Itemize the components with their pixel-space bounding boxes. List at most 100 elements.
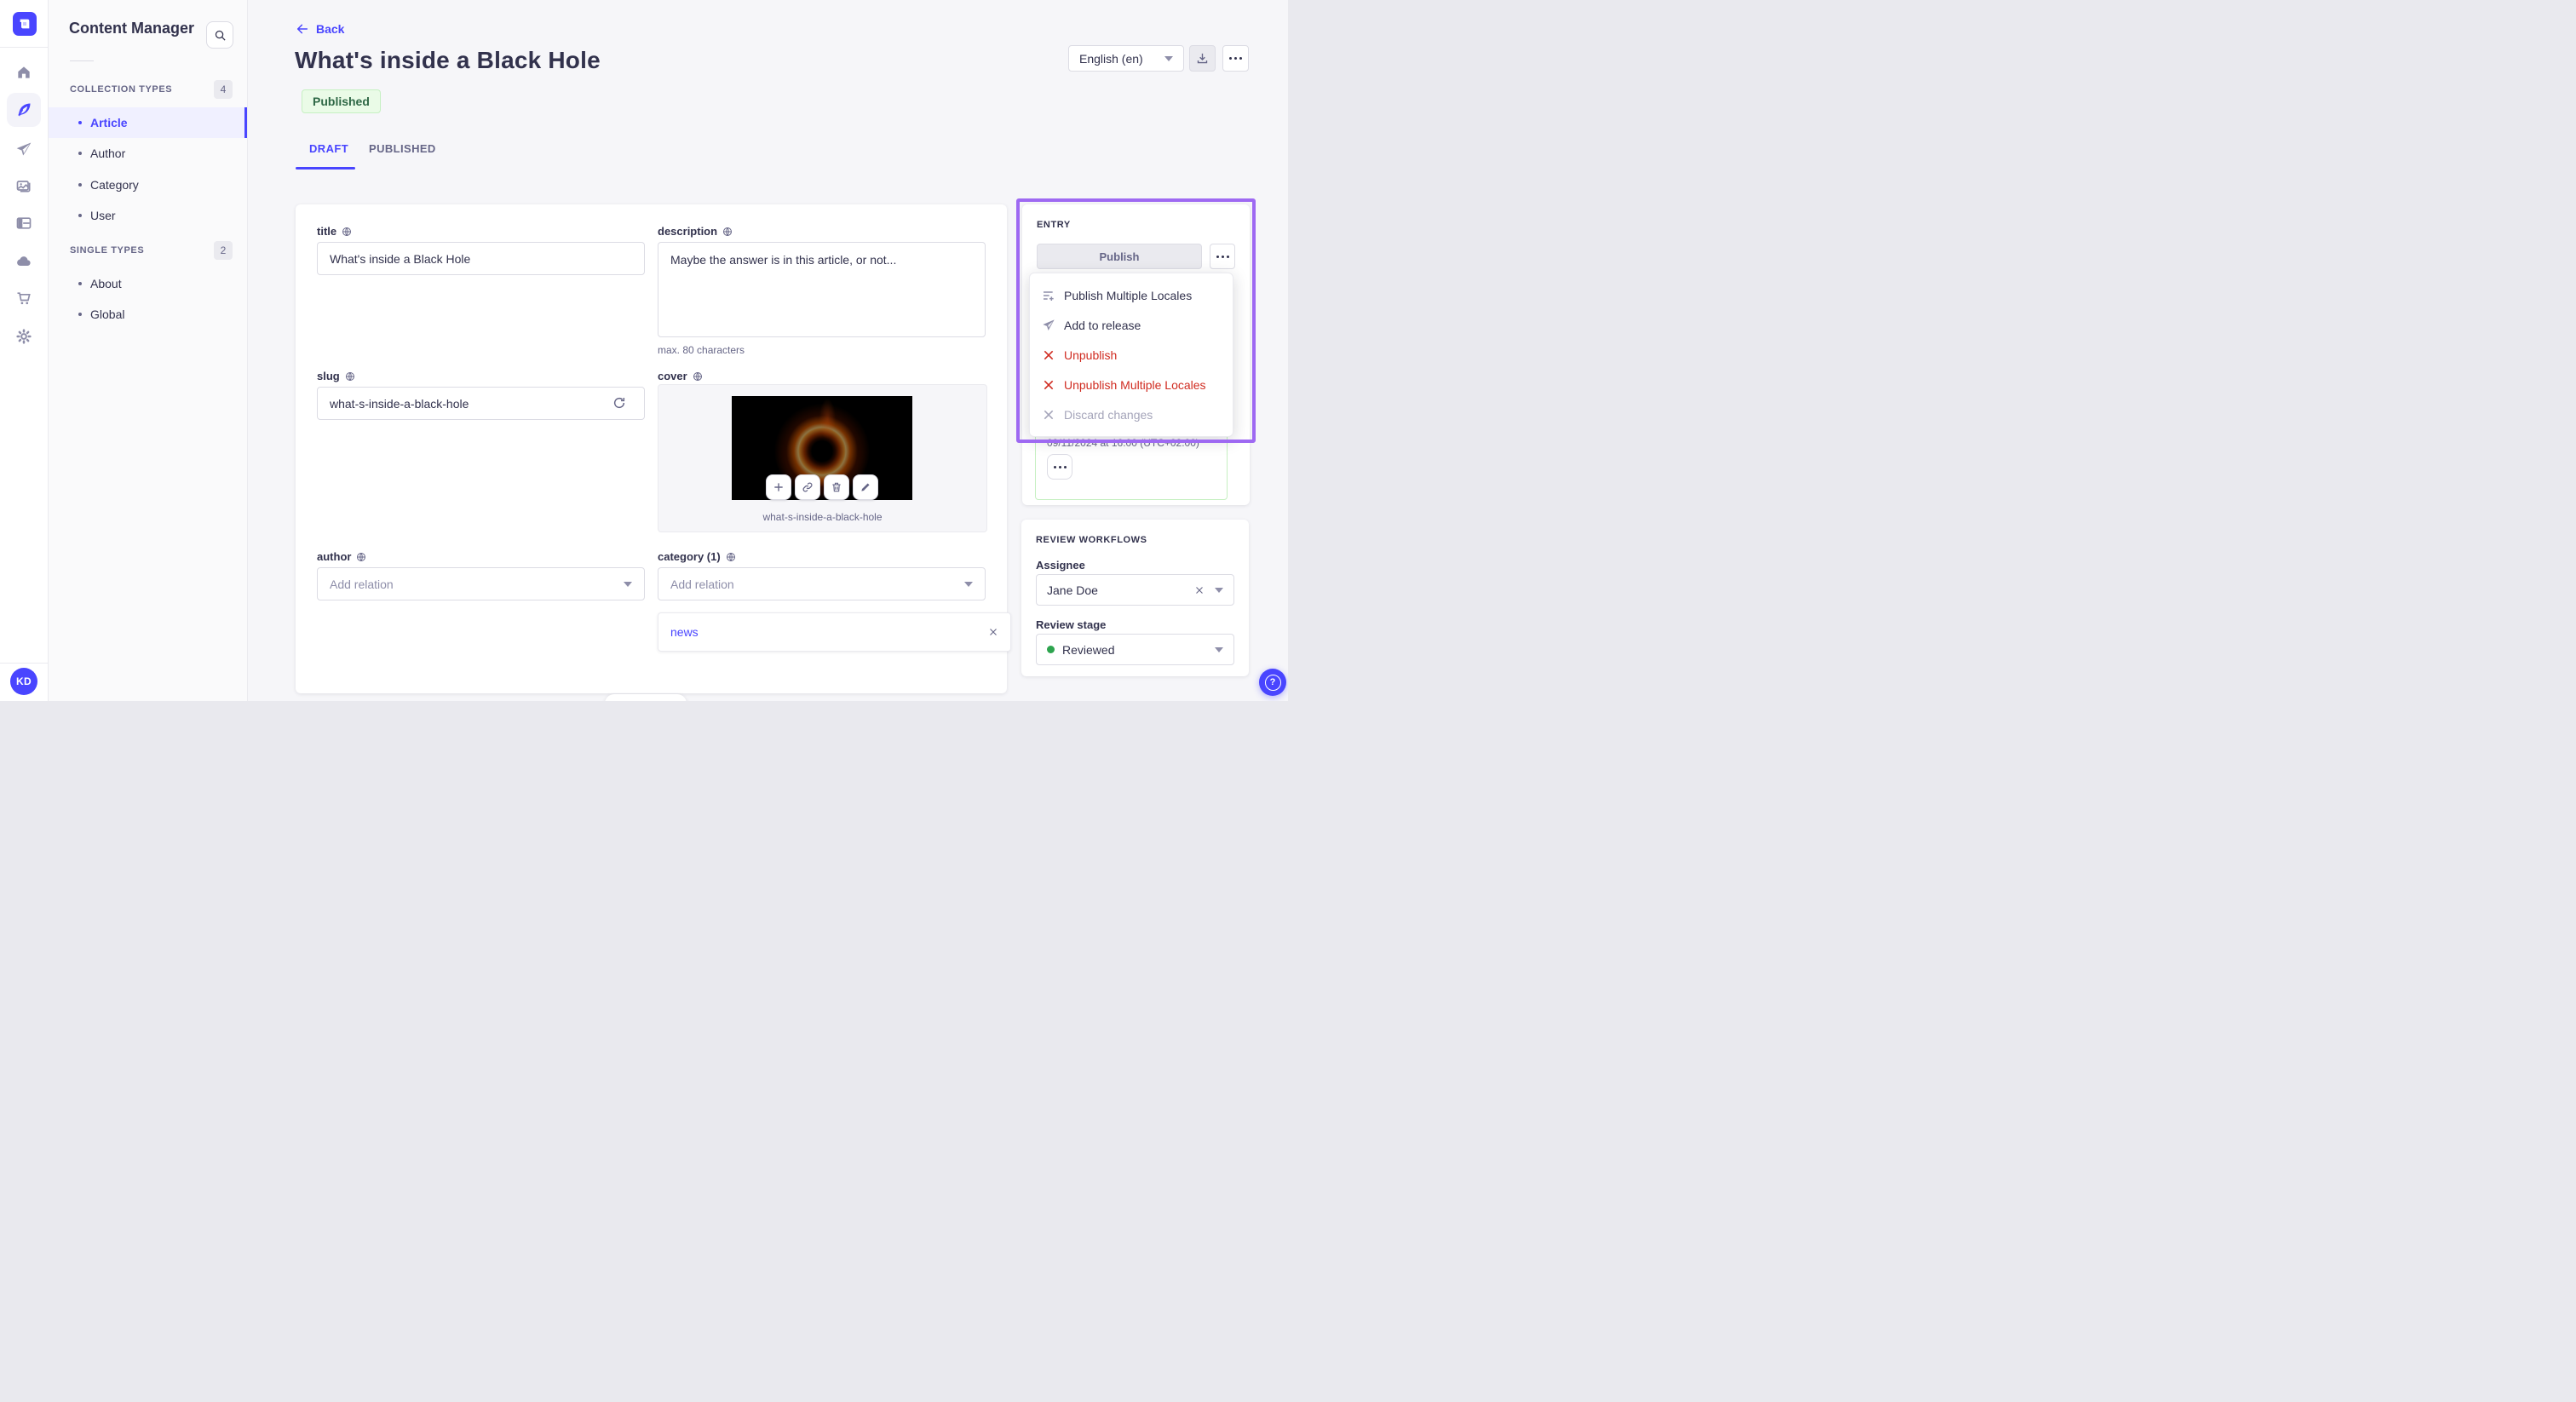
divider (0, 47, 48, 48)
bottom-pill[interactable] (605, 694, 687, 701)
delete-media-button[interactable] (824, 474, 849, 500)
sidebar-item-category[interactable]: Category (48, 170, 247, 200)
globe-icon (693, 371, 702, 381)
strapi-content-manager-app: KD Content Manager COLLECTION TYPES 4 Ar… (0, 0, 1288, 701)
category-relation-select[interactable]: Add relation (658, 567, 986, 600)
user-avatar[interactable]: KD (10, 668, 37, 695)
section-collection-types: COLLECTION TYPES (70, 84, 173, 95)
ellipsis-icon (1216, 255, 1229, 258)
menu-item-publish-multiple-locales[interactable]: Publish Multiple Locales (1030, 283, 1233, 308)
copy-link-button[interactable] (795, 474, 820, 500)
question-mark-icon: ? (1264, 674, 1281, 691)
download-icon (1197, 53, 1208, 64)
chevron-down-icon (624, 581, 632, 587)
bullet (78, 121, 82, 124)
download-button[interactable] (1189, 45, 1216, 72)
paper-plane-icon (1043, 319, 1055, 330)
back-arrow-icon (296, 24, 308, 34)
ellipsis-icon (1053, 465, 1067, 468)
bullet (78, 183, 82, 187)
entry-more-button[interactable] (1210, 244, 1235, 269)
menu-item-unpublish[interactable]: Unpublish (1030, 342, 1233, 368)
search-icon (215, 30, 226, 41)
cloud-icon[interactable] (15, 253, 32, 270)
sidebar-item-label: Global (90, 307, 125, 321)
trash-icon (832, 482, 841, 492)
review-stage-value: Reviewed (1062, 642, 1115, 657)
globe-icon (357, 552, 366, 561)
tab-published[interactable]: PUBLISHED (369, 142, 436, 155)
slug-input[interactable] (317, 387, 645, 420)
relation-item-news: news (658, 612, 1011, 652)
help-button[interactable]: ? (1259, 669, 1286, 696)
entry-heading: ENTRY (1037, 220, 1071, 230)
sidebar-item-global[interactable]: Global (48, 299, 247, 330)
sidebar-item-about[interactable]: About (48, 268, 247, 299)
clear-assignee-icon[interactable] (1194, 585, 1205, 595)
strapi-logo-icon (20, 19, 30, 29)
content-manager-icon[interactable] (15, 101, 32, 118)
edit-media-button[interactable] (853, 474, 878, 500)
plus-icon (774, 483, 783, 491)
more-options-button[interactable] (1222, 45, 1249, 72)
collection-types-count: 4 (214, 80, 233, 99)
media-library-icon[interactable] (15, 177, 32, 194)
sidebar-item-label: About (90, 277, 122, 290)
sidebar-item-user[interactable]: User (48, 200, 247, 231)
release-date: 09/11/2024 at 16:00 (UTC+02:00) (1047, 437, 1199, 449)
assignee-select[interactable]: Jane Doe (1036, 574, 1234, 606)
remove-relation-icon[interactable] (988, 627, 998, 637)
list-plus-icon (1044, 290, 1054, 301)
back-link[interactable]: Back (296, 22, 344, 36)
add-media-button[interactable] (766, 474, 791, 500)
locale-select[interactable]: English (en) (1068, 45, 1184, 72)
content-type-builder-icon[interactable] (15, 215, 32, 232)
author-placeholder: Add relation (330, 577, 394, 591)
relation-link[interactable]: news (670, 625, 699, 639)
cross-icon (1044, 350, 1054, 359)
chevron-down-icon (964, 581, 973, 587)
assignee-value: Jane Doe (1047, 583, 1098, 597)
bullet (78, 313, 82, 316)
divider (0, 663, 48, 664)
content-manager-subnav: Content Manager COLLECTION TYPES 4 Artic… (48, 0, 248, 701)
tab-draft[interactable]: DRAFT (309, 142, 348, 155)
releases-icon[interactable] (15, 141, 32, 158)
slug-field-label: slug (317, 370, 355, 382)
menu-item-discard-changes[interactable]: Discard changes (1030, 402, 1233, 428)
globe-icon (723, 227, 733, 236)
menu-item-unpublish-multiple-locales[interactable]: Unpublish Multiple Locales (1030, 372, 1233, 398)
globe-icon (342, 227, 352, 236)
publish-button[interactable]: Publish (1037, 244, 1202, 269)
sidebar-item-label: Author (90, 147, 126, 160)
strapi-logo[interactable] (13, 12, 37, 36)
sidebar-item-author[interactable]: Author (48, 138, 247, 169)
marketplace-cart-icon[interactable] (15, 290, 32, 307)
bullet (78, 282, 82, 285)
description-field-label: description (658, 225, 733, 238)
menu-item-add-to-release[interactable]: Add to release (1030, 313, 1233, 338)
home-icon[interactable] (15, 64, 32, 81)
search-button[interactable] (206, 21, 233, 49)
sidebar-item-article[interactable]: Article (48, 107, 247, 138)
settings-gear-icon[interactable] (15, 328, 32, 345)
page-title: What's inside a Black Hole (295, 47, 601, 73)
cross-icon (1044, 410, 1054, 419)
sidebar-item-label: Category (90, 178, 139, 192)
description-textarea[interactable]: Maybe the answer is in this article, or … (658, 242, 986, 337)
chevron-down-icon (1215, 587, 1223, 593)
globe-icon (726, 552, 735, 561)
sidebar-item-label: User (90, 209, 116, 222)
link-icon (802, 482, 813, 492)
bullet (78, 214, 82, 217)
icon-sidebar: KD (0, 0, 49, 701)
review-stage-select[interactable]: Reviewed (1036, 634, 1234, 665)
entry-actions-menu: Publish Multiple Locales Add to release … (1029, 273, 1233, 437)
release-widget: 09/11/2024 at 16:00 (UTC+02:00) (1035, 428, 1228, 500)
release-more-button[interactable] (1047, 454, 1072, 480)
author-relation-select[interactable]: Add relation (317, 567, 645, 600)
title-input[interactable] (317, 242, 645, 275)
regenerate-slug-icon[interactable] (612, 396, 626, 410)
subnav-title: Content Manager (69, 20, 195, 37)
stage-status-dot (1047, 646, 1055, 653)
